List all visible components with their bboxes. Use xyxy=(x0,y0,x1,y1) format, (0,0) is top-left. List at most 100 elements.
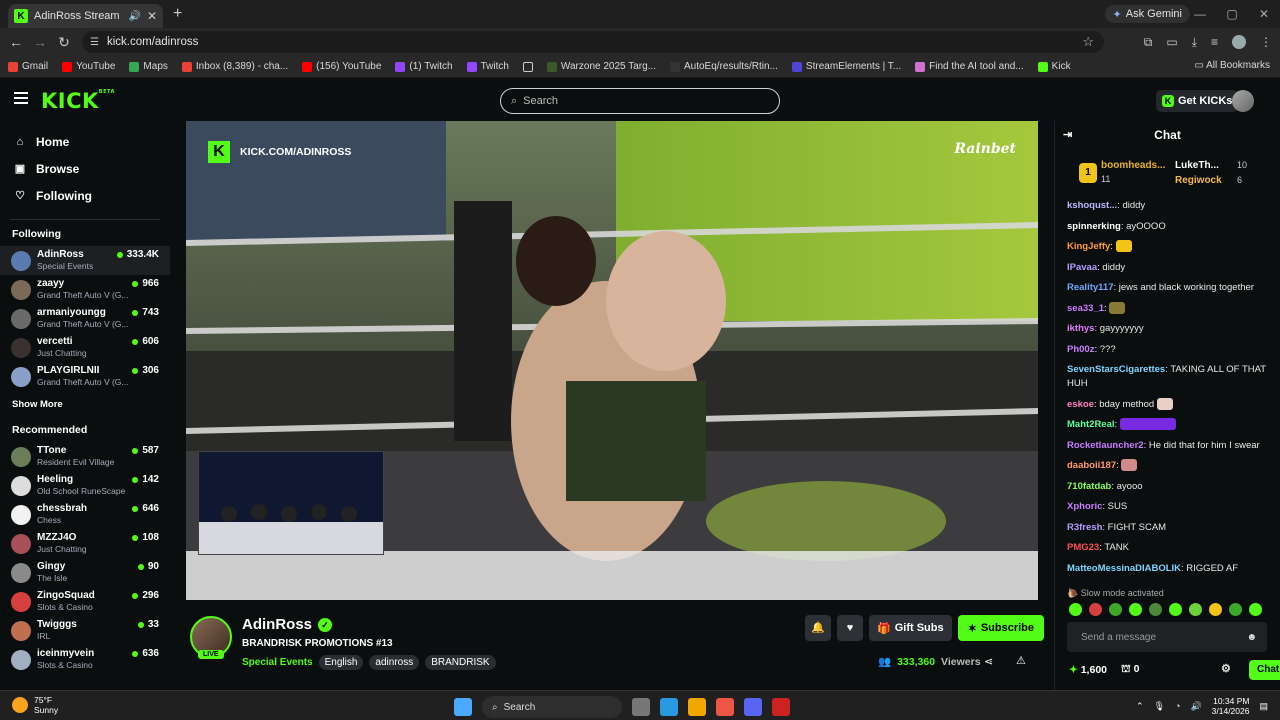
sidebar-channel[interactable]: Gingy The Isle 90 xyxy=(0,558,170,587)
task-view-icon[interactable] xyxy=(632,698,650,716)
bookmark-autoeq[interactable]: AutoEq/results/Rtin... xyxy=(669,61,778,72)
chat-username[interactable]: R3fresh xyxy=(1067,522,1102,533)
chat-username[interactable]: PMG23 xyxy=(1067,542,1099,553)
kick-logo[interactable]: KICKBETA xyxy=(41,89,115,113)
emote-icon[interactable] xyxy=(1249,603,1262,616)
tag[interactable]: English xyxy=(318,655,364,670)
browser-tab[interactable]: K AdinRoss Stream - Watch L 🔊 ✕ xyxy=(8,4,163,28)
menu-dots-icon[interactable]: ⋮ xyxy=(1260,35,1272,49)
forward-icon[interactable]: → xyxy=(28,34,52,50)
chat-username[interactable]: eskoe xyxy=(1067,399,1094,410)
weather-widget[interactable]: 75°F Sunny xyxy=(12,695,58,715)
bookmark-kick[interactable]: Kick xyxy=(1037,61,1071,72)
bookmark-youtube-2[interactable]: (156) YouTube xyxy=(302,61,381,72)
nav-following[interactable]: ♡ Following xyxy=(0,182,170,209)
emote-icon[interactable] xyxy=(1169,603,1182,616)
new-tab-icon[interactable]: + xyxy=(173,5,182,23)
sidebar-channel[interactable]: TTone Resident Evil Village 587 xyxy=(0,442,170,471)
chat-username[interactable]: Rocketlauncher2 xyxy=(1067,440,1144,451)
chrome-icon[interactable] xyxy=(716,698,734,716)
sidebar-channel[interactable]: MZZJ4O Just Chatting 108 xyxy=(0,529,170,558)
chat-username[interactable]: 710fatdab xyxy=(1067,481,1111,492)
emote-icon[interactable] xyxy=(1069,603,1082,616)
category-link[interactable]: Special Events xyxy=(242,657,313,668)
chat-username[interactable]: Ph00z xyxy=(1067,344,1094,355)
all-bookmarks-button[interactable]: ▭ All Bookmarks xyxy=(1194,60,1270,71)
maximize-icon[interactable]: ▢ xyxy=(1216,0,1248,28)
sidebar-channel[interactable]: chessbrah Chess 646 xyxy=(0,500,170,529)
search-input[interactable]: ⌕ Search xyxy=(500,88,780,114)
ask-gemini-button[interactable]: ✦ Ask Gemini xyxy=(1104,5,1190,23)
chat-settings-icon[interactable]: ⚙ xyxy=(1221,662,1231,675)
chat-username[interactable]: daaboii187 xyxy=(1067,460,1116,471)
emote-icon[interactable] xyxy=(1209,603,1222,616)
clock[interactable]: 10:34 PM 3/14/2026 xyxy=(1212,696,1250,716)
sidebar-channel[interactable]: ZingoSquad Slots & Casino 296 xyxy=(0,587,170,616)
speaker-icon[interactable]: 🔊 xyxy=(128,11,140,22)
reload-icon[interactable]: ↻ xyxy=(52,34,76,51)
bookmark-twitch-1[interactable]: (1) Twitch xyxy=(395,61,453,72)
chat-username[interactable]: SevenStarsCigarettes xyxy=(1067,364,1165,375)
sidebar-channel[interactable]: Heeling Old School RuneScape 142 xyxy=(0,471,170,500)
bookmark-gmail[interactable]: Gmail xyxy=(8,61,48,72)
show-more-button[interactable]: Show More xyxy=(0,399,170,410)
chat-username[interactable]: spinnerking xyxy=(1067,221,1121,232)
emoji-picker-icon[interactable]: ☻ xyxy=(1246,632,1257,643)
follow-heart-button[interactable]: ♥ xyxy=(837,615,863,641)
nav-browse[interactable]: ▣ Browse xyxy=(0,155,170,182)
gift-subs-button[interactable]: 🎁 Gift Subs xyxy=(869,615,952,641)
bookmark-maps[interactable]: Maps xyxy=(129,61,168,72)
chat-username[interactable]: Xphoric xyxy=(1067,501,1102,512)
tray-expand-icon[interactable]: ⌃ xyxy=(1136,701,1144,712)
bookmark-streamelements[interactable]: StreamElements | T... xyxy=(791,61,901,72)
bookmark-youtube[interactable]: YouTube xyxy=(62,61,115,72)
emote-icon[interactable] xyxy=(1089,603,1102,616)
bookmark-ai-tool[interactable]: Find the AI tool and... xyxy=(915,61,1024,72)
redeem-display[interactable]: ⛫ 0 xyxy=(1121,663,1139,677)
taskbar-search[interactable]: ⌕ Search xyxy=(482,696,622,718)
url-field[interactable]: ☰ kick.com/adinross ☆ xyxy=(82,31,1104,53)
app-icon[interactable] xyxy=(772,698,790,716)
chat-username[interactable]: KingJeffy xyxy=(1067,241,1110,252)
leader-name[interactable]: boomheads... xyxy=(1101,160,1165,171)
profile-avatar[interactable] xyxy=(1232,35,1246,49)
share-icon[interactable]: ⋖ xyxy=(984,655,993,668)
bookmark-star-icon[interactable]: ☆ xyxy=(1082,34,1094,50)
report-icon[interactable]: ⚠ xyxy=(1016,654,1026,667)
sidebar-channel[interactable]: AdinRoss Special Events 333.4K xyxy=(0,246,170,275)
user-avatar[interactable] xyxy=(1232,90,1254,112)
menu-hamburger-icon[interactable] xyxy=(14,92,28,107)
tag[interactable]: adinross xyxy=(369,655,420,670)
extensions-icon[interactable]: ⧉ xyxy=(1144,35,1153,50)
emote-icon[interactable] xyxy=(1189,603,1202,616)
collapse-chat-icon[interactable]: ⇥ xyxy=(1063,128,1072,141)
close-window-icon[interactable]: ✕ xyxy=(1248,0,1280,28)
volume-icon[interactable]: 🔊 xyxy=(1190,701,1201,712)
chat-username[interactable]: kshoqust... xyxy=(1067,200,1117,211)
back-icon[interactable]: ← xyxy=(4,34,28,50)
send-message-input[interactable]: Send a message ☻ xyxy=(1067,622,1267,652)
bookmark-folder[interactable] xyxy=(522,61,533,72)
leader-name[interactable]: Regiwock xyxy=(1175,175,1222,186)
points-display[interactable]: ✦ 1,600 xyxy=(1069,664,1107,676)
site-info-icon[interactable]: ☰ xyxy=(90,37,99,48)
edge-icon[interactable] xyxy=(660,698,678,716)
nav-home[interactable]: ⌂ Home xyxy=(0,128,170,155)
get-kicks-button[interactable]: K Get KICKs xyxy=(1156,90,1239,112)
bookmark-inbox[interactable]: Inbox (8,389) - cha... xyxy=(181,61,288,72)
leader-name[interactable]: LukeTh... xyxy=(1175,160,1219,171)
sidebar-channel[interactable]: armaniyoungg Grand Theft Auto V (G... 743 xyxy=(0,304,170,333)
subscribe-button[interactable]: ✶ Subscribe xyxy=(957,615,1044,641)
chat-username[interactable]: sea33_1 xyxy=(1067,303,1104,314)
emote-icon[interactable] xyxy=(1149,603,1162,616)
sidebar-channel[interactable]: zaayy Grand Theft Auto V (G... 966 xyxy=(0,275,170,304)
emote-icon[interactable] xyxy=(1109,603,1122,616)
chat-send-button[interactable]: Chat xyxy=(1249,660,1280,680)
mic-icon[interactable]: 🎙 xyxy=(1154,701,1165,712)
chat-username[interactable]: Maht2Real xyxy=(1067,419,1115,430)
bookmark-twitch-2[interactable]: Twitch xyxy=(466,61,509,72)
notification-bell-button[interactable]: 🔔 xyxy=(805,615,831,641)
streamer-name[interactable]: AdinRoss xyxy=(242,616,312,633)
store-icon[interactable] xyxy=(688,698,706,716)
wifi-icon[interactable]: ◔ xyxy=(1175,701,1180,711)
